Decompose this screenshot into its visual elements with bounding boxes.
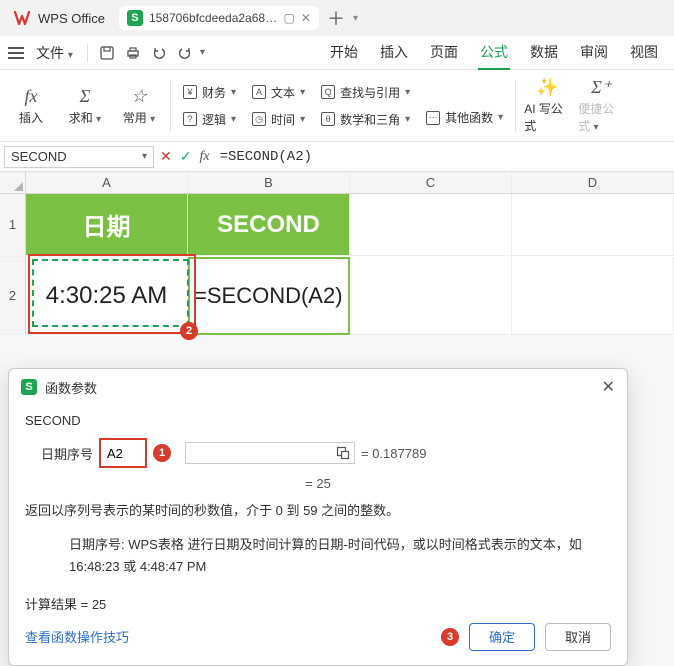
tab-data[interactable]: 数据 (528, 36, 560, 70)
tab-review[interactable]: 审阅 (578, 36, 610, 70)
formula-bar: SECOND ▾ ✕ ✓ fx =SECOND(A2) (0, 142, 674, 172)
insert-fn-button[interactable]: fx 插入 (8, 86, 54, 126)
close-icon[interactable]: ✕ (602, 377, 615, 397)
tab-overflow-icon[interactable]: ▾ (353, 13, 358, 24)
annotation-badge-3: 3 (441, 628, 459, 646)
arg-evaluation: = 0.187789 (361, 446, 426, 461)
star-icon: ☆ (131, 86, 147, 107)
app-logo: WPS Office (6, 7, 113, 29)
title-bar: WPS Office S 158706bfcdeeda2a688df1e ▢ ✕… (0, 0, 674, 36)
tab-window-icon[interactable]: ▢ (284, 11, 295, 25)
cell-c1[interactable] (350, 194, 512, 256)
arg-input[interactable] (103, 442, 143, 464)
file-menu[interactable]: 文件 ▾ (30, 43, 79, 63)
qat-more-icon[interactable]: ▾ (200, 47, 205, 58)
arg-description: 日期序号: WPS表格 进行日期及时间计算的日期-时间代码，或以时间格式表示的文… (25, 530, 611, 586)
redo-icon[interactable] (174, 42, 196, 64)
dialog-badge: S (21, 379, 37, 395)
cell-b1[interactable]: SECOND (188, 194, 350, 256)
annotation-box-arg (99, 438, 147, 468)
common-button[interactable]: ☆ 常用 ▾ (116, 86, 162, 126)
tab-formula[interactable]: 公式 (478, 36, 510, 70)
row-header-1[interactable]: 1 (0, 194, 26, 257)
doc-title: 158706bfcdeeda2a688df1e (149, 11, 278, 25)
col-header-d[interactable]: D (512, 172, 674, 193)
col-header-c[interactable]: C (350, 172, 512, 193)
cell-b2[interactable]: =SECOND(A2) (188, 257, 350, 335)
save-icon[interactable] (96, 42, 118, 64)
col-header-a[interactable]: A (26, 172, 188, 193)
lookup-button[interactable]: Q查找与引用 ▾ (317, 82, 414, 103)
result-line: 计算结果 = 25 (25, 594, 611, 613)
tab-insert[interactable]: 插入 (378, 36, 410, 70)
text-button[interactable]: A文本 ▾ (248, 82, 309, 103)
cancel-edit-icon[interactable]: ✕ (160, 148, 172, 165)
ok-button[interactable]: 确定 (469, 623, 535, 651)
cell-a2[interactable]: 4:30:25 AM (26, 257, 188, 335)
ribbon: fx 插入 Σ 求和 ▾ ☆ 常用 ▾ ¥财务 ▾ ?逻辑 ▾ A文本 ▾ ◷时… (0, 70, 674, 142)
cancel-button[interactable]: 取消 (545, 623, 611, 651)
help-link[interactable]: 查看函数操作技巧 (25, 627, 129, 646)
ai-formula-button[interactable]: ✨ AI 写公式 (524, 77, 570, 134)
menu-bar: 文件 ▾ ▾ 开始 插入 页面 公式 数据 审阅 视图 (0, 36, 674, 70)
cell-d1[interactable] (512, 194, 674, 256)
logic-button[interactable]: ?逻辑 ▾ (179, 109, 240, 130)
document-tab[interactable]: S 158706bfcdeeda2a688df1e ▢ ✕ (119, 6, 319, 30)
range-select-icon (336, 446, 350, 460)
doc-type-badge: S (127, 10, 143, 26)
arg-label: 日期序号 (25, 444, 93, 463)
function-name: SECOND (25, 413, 611, 428)
wps-logo-icon (14, 9, 32, 27)
tab-close-icon[interactable]: ✕ (301, 11, 311, 25)
sigma-plus-icon: Σ⁺ (591, 77, 611, 98)
row-header-2[interactable]: 2 (0, 257, 26, 335)
print-icon[interactable] (122, 42, 144, 64)
fx-icon: fx (25, 86, 38, 107)
cell-c2[interactable] (350, 257, 512, 335)
spreadsheet-grid: A B C D 1 日期 SECOND 2 4:30:25 AM =SECOND… (0, 172, 674, 335)
mid-evaluation: = 25 (25, 476, 611, 491)
math-button[interactable]: θ数学和三角 ▾ (317, 109, 414, 130)
ai-icon: ✨ (536, 77, 558, 98)
sum-button[interactable]: Σ 求和 ▾ (62, 86, 108, 126)
range-picker[interactable] (185, 442, 355, 464)
col-header-b[interactable]: B (188, 172, 350, 193)
cell-a1[interactable]: 日期 (26, 194, 188, 256)
hamburger-icon[interactable] (6, 45, 26, 61)
tab-home[interactable]: 开始 (328, 36, 360, 70)
fx-icon[interactable]: fx (199, 149, 209, 165)
name-box[interactable]: SECOND ▾ (4, 146, 154, 168)
ribbon-tabs: 开始 插入 页面 公式 数据 审阅 视图 (328, 36, 668, 70)
annotation-badge-1: 1 (153, 444, 171, 462)
formula-input[interactable]: =SECOND(A2) (216, 147, 670, 167)
undo-icon[interactable] (148, 42, 170, 64)
select-all-corner[interactable] (0, 172, 26, 193)
finance-button[interactable]: ¥财务 ▾ (179, 82, 240, 103)
datetime-button[interactable]: ◷时间 ▾ (248, 109, 309, 130)
dialog-title: 函数参数 (45, 378, 97, 397)
other-fn-button[interactable]: ⋯其他函数 ▾ (422, 107, 507, 128)
function-description: 返回以序列号表示的某时间的秒数值，介于 0 到 59 之间的整数。 (25, 501, 611, 522)
cell-d2[interactable] (512, 257, 674, 335)
new-tab-button[interactable]: ＋ (325, 7, 347, 29)
app-name: WPS Office (38, 11, 105, 26)
tab-page[interactable]: 页面 (428, 36, 460, 70)
chevron-down-icon[interactable]: ▾ (142, 151, 147, 162)
quick-formula-button: Σ⁺ 便捷公式 ▾ (578, 77, 624, 134)
function-args-dialog: S 函数参数 ✕ SECOND 日期序号 1 = 0.187789 = 25 返… (8, 368, 628, 666)
sigma-icon: Σ (80, 86, 91, 107)
confirm-edit-icon[interactable]: ✓ (180, 148, 192, 165)
tab-view[interactable]: 视图 (628, 36, 660, 70)
